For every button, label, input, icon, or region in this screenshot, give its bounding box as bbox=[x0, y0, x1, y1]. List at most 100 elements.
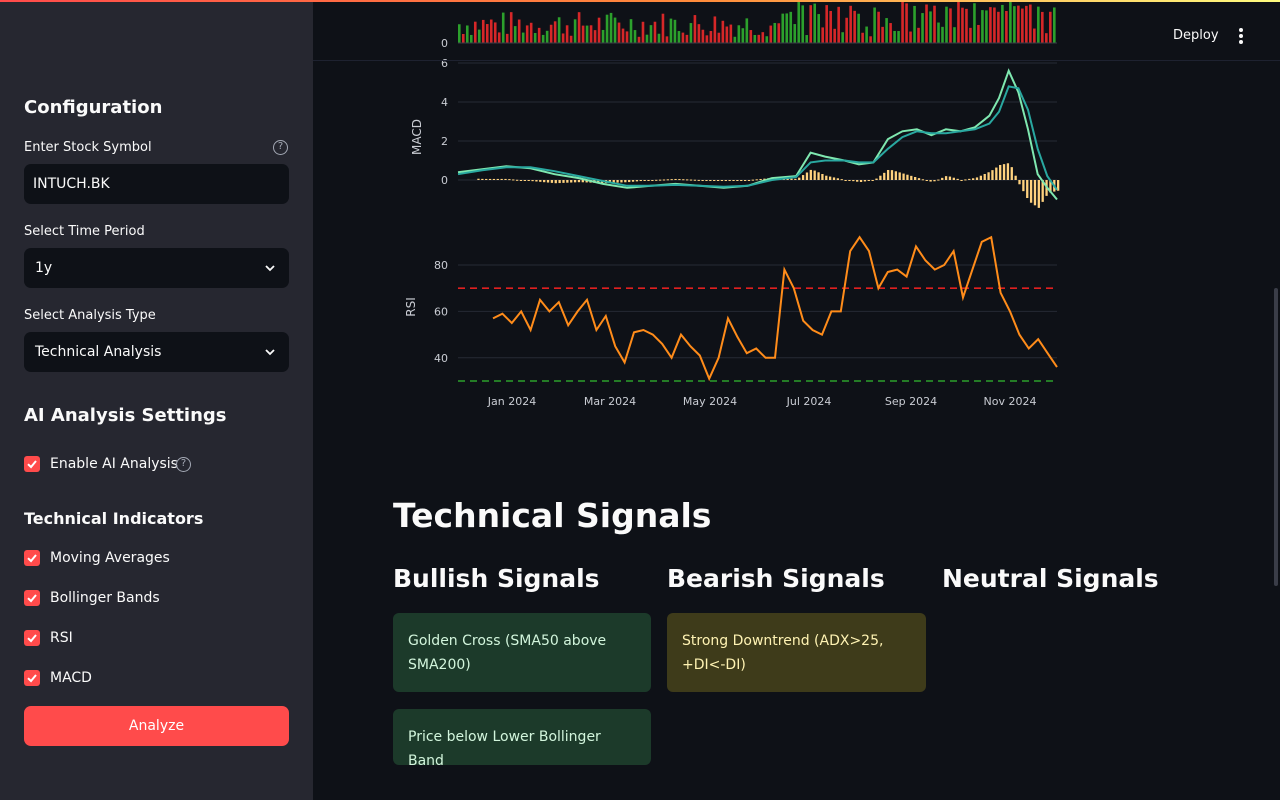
analysis-type-select[interactable]: Technical Analysis bbox=[24, 332, 289, 372]
volume-bar bbox=[633, 30, 637, 43]
volume-bar bbox=[885, 18, 888, 43]
macd-histogram-bar bbox=[991, 170, 994, 180]
volume-bar bbox=[1049, 11, 1052, 43]
macd-histogram-bar bbox=[655, 179, 658, 181]
volume-bar bbox=[821, 27, 824, 43]
moving-averages-checkbox[interactable]: Moving Averages bbox=[24, 548, 170, 568]
analyze-button[interactable]: Analyze bbox=[24, 706, 289, 746]
macd-histogram-bar bbox=[813, 170, 816, 180]
volume-bar bbox=[1013, 6, 1016, 43]
volume-bar bbox=[945, 6, 948, 43]
macd-axis-label: MACD bbox=[410, 119, 424, 155]
indicators-heading: Technical Indicators bbox=[24, 509, 204, 528]
main-scrollbar[interactable] bbox=[1274, 288, 1278, 586]
volume-bar bbox=[765, 36, 769, 43]
volume-bar bbox=[569, 35, 573, 43]
volume-bar bbox=[1001, 4, 1004, 44]
volume-bar bbox=[813, 3, 817, 43]
volume-bar bbox=[849, 5, 852, 44]
volume-bar bbox=[865, 26, 868, 43]
checkbox-checked-icon[interactable] bbox=[24, 550, 40, 566]
checkbox-checked-icon[interactable] bbox=[24, 590, 40, 606]
macd-histogram-bar bbox=[500, 178, 503, 180]
macd-histogram-bar bbox=[566, 180, 569, 183]
checkbox-checked-icon[interactable] bbox=[24, 670, 40, 686]
volume-bar bbox=[741, 28, 745, 43]
macd-histogram-bar bbox=[492, 178, 496, 180]
chevron-down-icon bbox=[265, 349, 275, 356]
volume-bar bbox=[461, 33, 465, 43]
macd-histogram-bar bbox=[535, 180, 538, 182]
kebab-menu-icon[interactable] bbox=[1239, 28, 1245, 44]
volume-bar bbox=[541, 34, 545, 43]
volume-bar bbox=[657, 33, 661, 43]
macd-histogram-bar bbox=[678, 179, 681, 181]
checkbox-checked-icon[interactable] bbox=[24, 630, 40, 646]
volume-bar bbox=[529, 22, 533, 43]
volume-bar bbox=[497, 32, 501, 43]
macd-histogram-bar bbox=[801, 175, 805, 180]
macd-histogram-bar bbox=[539, 180, 542, 182]
macd-histogram-bar bbox=[519, 180, 523, 181]
analysis-type-value: Technical Analysis bbox=[35, 344, 162, 360]
stock-chart[interactable]: 0 0 2 4 6 MACD 40 60 80 RSI Jan 2024 Mar 2024 May 20… bbox=[313, 0, 1280, 430]
volume-bar bbox=[745, 18, 749, 43]
bollinger-bands-checkbox[interactable]: Bollinger Bands bbox=[24, 588, 160, 608]
macd-histogram-bar bbox=[883, 172, 886, 180]
volume-bar bbox=[585, 25, 589, 43]
volume-bar bbox=[621, 28, 625, 43]
macd-histogram-bar bbox=[755, 179, 758, 181]
volume-bar bbox=[949, 8, 952, 44]
macd-checkbox[interactable]: MACD bbox=[24, 668, 92, 688]
volume-bar bbox=[505, 33, 509, 43]
time-period-select[interactable]: 1y bbox=[24, 248, 289, 288]
macd-histogram-bar bbox=[844, 180, 847, 181]
macd-histogram-bar bbox=[933, 180, 936, 182]
volume-bar bbox=[521, 32, 525, 43]
macd-histogram-bar bbox=[898, 172, 901, 180]
macd-histogram-bar bbox=[875, 178, 878, 180]
macd-histogram-bar bbox=[852, 180, 855, 182]
volume-bar bbox=[817, 14, 820, 43]
help-icon[interactable]: ? bbox=[273, 140, 288, 155]
bearish-signal-card: Strong Downtrend (ADX>25, +DI<-DI) bbox=[667, 613, 926, 692]
enable-ai-checkbox[interactable]: Enable AI Analysis bbox=[24, 454, 178, 474]
macd-histogram-bar bbox=[527, 180, 530, 181]
stock-symbol-input[interactable]: INTUCH.BK bbox=[24, 164, 289, 204]
volume-bar bbox=[629, 19, 633, 43]
volume-bar bbox=[957, 1, 960, 43]
volume-bar bbox=[605, 14, 609, 43]
macd-histogram-bar bbox=[805, 172, 809, 180]
volume-bar bbox=[981, 10, 984, 43]
rsi-checkbox[interactable]: RSI bbox=[24, 628, 73, 648]
macd-histogram-bar bbox=[543, 180, 546, 183]
macd-histogram-bar bbox=[956, 178, 959, 180]
volume-bar bbox=[905, 3, 908, 43]
macd-histogram-bar bbox=[732, 180, 735, 181]
macd-histogram-bar bbox=[705, 180, 708, 181]
technical-signals-heading: Technical Signals bbox=[393, 496, 712, 535]
volume-bar bbox=[701, 29, 705, 43]
macd-histogram-bar bbox=[562, 180, 565, 183]
deploy-button[interactable]: Deploy bbox=[1173, 28, 1219, 43]
volume-bar bbox=[653, 21, 657, 43]
symbol-label: Enter Stock Symbol bbox=[24, 140, 152, 155]
volume-bar bbox=[1041, 11, 1044, 43]
macd-tick-label: 4 bbox=[441, 96, 448, 109]
macd-histogram-bar bbox=[817, 172, 820, 180]
macd-histogram-bar bbox=[624, 180, 627, 183]
volume-bar bbox=[717, 32, 721, 43]
help-icon[interactable]: ? bbox=[176, 457, 191, 472]
volume-bar bbox=[661, 13, 665, 43]
volume-bar bbox=[801, 5, 805, 44]
macd-histogram-bar bbox=[512, 179, 515, 181]
volume-bar bbox=[458, 24, 461, 43]
volume-bar bbox=[897, 31, 900, 43]
macd-histogram-bar bbox=[488, 178, 492, 180]
ai-settings-heading: AI Analysis Settings bbox=[24, 405, 227, 426]
volume-bar bbox=[993, 7, 996, 43]
checkbox-checked-icon[interactable] bbox=[24, 456, 40, 472]
volume-bar bbox=[617, 22, 621, 43]
top-accent-bar bbox=[0, 0, 1280, 2]
macd-histogram-bar bbox=[620, 180, 623, 183]
